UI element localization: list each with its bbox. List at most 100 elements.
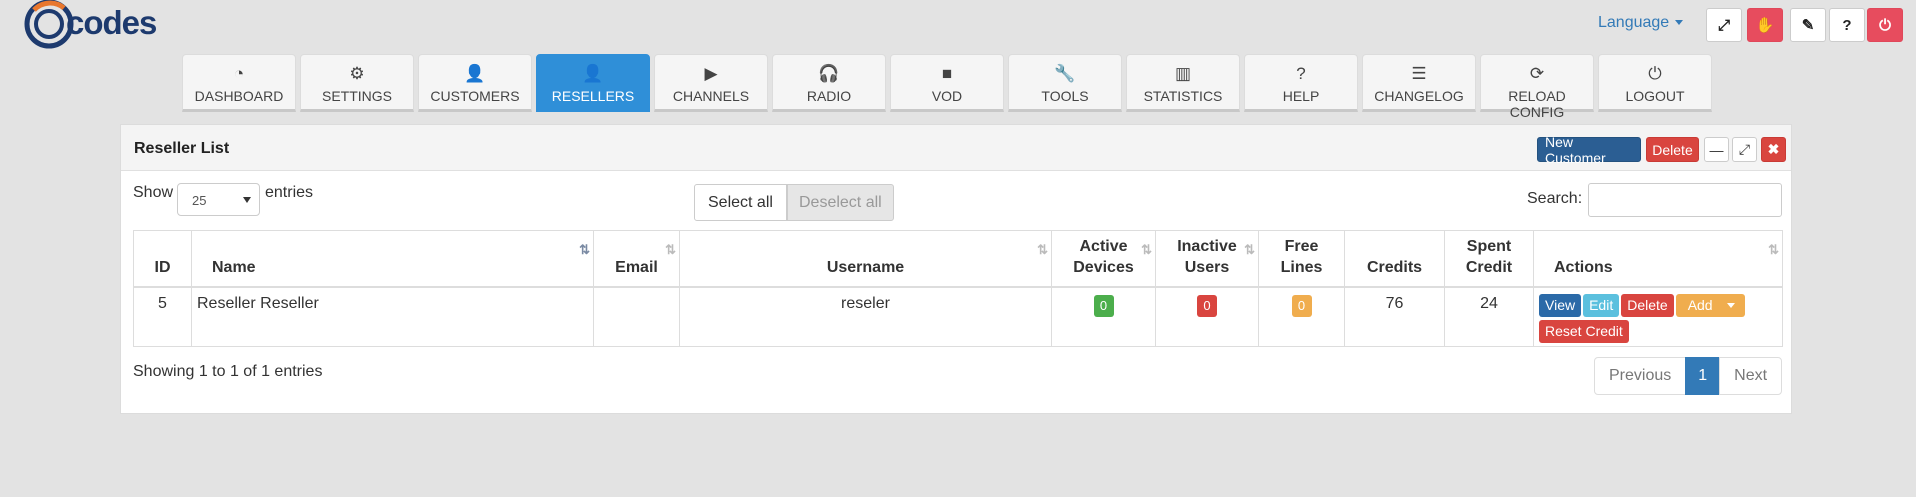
- logo-text: codes: [66, 4, 157, 41]
- tab-customers[interactable]: 👤 CUSTOMERS: [418, 54, 532, 112]
- cell-inactive-users: 0: [1155, 286, 1259, 347]
- power-button[interactable]: ⏻: [1867, 8, 1903, 42]
- language-dropdown[interactable]: Language: [1598, 14, 1684, 32]
- chevron-down-icon: [243, 197, 251, 203]
- wrench-icon: 🔧: [1054, 64, 1076, 83]
- inactive-users-badge: 0: [1197, 294, 1217, 317]
- select-all-button[interactable]: Select all: [694, 184, 787, 221]
- search-input[interactable]: [1588, 183, 1782, 217]
- tab-label: TOOLS: [1041, 88, 1089, 104]
- cell-free-lines: 0: [1258, 286, 1345, 347]
- active-devices-badge: 0: [1093, 294, 1114, 317]
- tab-resellers[interactable]: 👤 RESELLERS: [536, 54, 650, 112]
- tab-dashboard[interactable]: ◔ DASHBOARD: [182, 54, 296, 112]
- expand-button[interactable]: ⤢: [1732, 137, 1757, 162]
- headphones-icon: 🎧: [818, 64, 840, 83]
- tab-help[interactable]: ? HELP: [1244, 54, 1358, 112]
- tab-vod[interactable]: ■ VOD: [890, 54, 1004, 112]
- chevron-down-icon: [1726, 303, 1735, 309]
- cell-email: [593, 286, 680, 347]
- tab-logout[interactable]: ⏻ LOGOUT: [1598, 54, 1712, 112]
- tab-label: CHANNELS: [672, 88, 750, 104]
- reseller-table: ID Name ⇅ Email ⇅ Username ⇅ Active Devices ⇅…: [133, 230, 1783, 347]
- edit-button[interactable]: Edit: [1583, 293, 1620, 317]
- column-header-free-lines[interactable]: Free Lines: [1258, 230, 1345, 288]
- user-icon: 👤: [582, 64, 604, 83]
- tab-label: HELP: [1282, 88, 1320, 104]
- tab-reload-config[interactable]: ⟳ RELOAD CONFIG: [1480, 54, 1594, 120]
- close-icon: ✖: [1767, 141, 1780, 157]
- tab-label: CUSTOMERS: [430, 88, 520, 104]
- question-icon: ?: [1296, 64, 1306, 83]
- close-panel-button[interactable]: ✖: [1761, 137, 1786, 162]
- chevron-down-icon: [1675, 20, 1684, 26]
- language-label: Language: [1598, 14, 1670, 31]
- table-row[interactable]: 5 Reseller Reseller reseler 0 0 0 76 24 …: [133, 286, 1783, 347]
- tab-label: RESELLERS: [551, 88, 635, 104]
- hand-button[interactable]: ✋: [1747, 8, 1783, 42]
- page-size-value: 25: [192, 193, 207, 208]
- page-1-button[interactable]: 1: [1685, 357, 1721, 395]
- sort-icon: ⇅: [1768, 242, 1779, 257]
- column-header-inactive-users[interactable]: Inactive Users ⇅: [1155, 230, 1259, 288]
- fullscreen-icon: ⤢: [1717, 16, 1730, 34]
- play-icon: ▶: [704, 64, 718, 83]
- tab-label: VOD: [931, 88, 963, 104]
- minimize-button[interactable]: —: [1704, 137, 1729, 162]
- ticket-icon: ✎: [1801, 17, 1815, 34]
- power-icon: ⏻: [1648, 64, 1662, 83]
- tab-label: RADIO: [806, 88, 852, 104]
- user-icon: 👤: [464, 64, 486, 83]
- tab-label: STATISTICS: [1143, 88, 1223, 104]
- previous-page-button[interactable]: Previous: [1594, 357, 1687, 395]
- cell-id: 5: [133, 286, 192, 347]
- add-dropdown-button[interactable]: Add: [1675, 293, 1745, 317]
- column-header-actions[interactable]: Actions ⇅: [1533, 230, 1783, 288]
- tab-settings[interactable]: ⚙ SETTINGS: [300, 54, 414, 112]
- fullscreen-button[interactable]: ⤢: [1706, 8, 1742, 42]
- tab-statistics[interactable]: ▥ STATISTICS: [1126, 54, 1240, 112]
- tab-tools[interactable]: 🔧 TOOLS: [1008, 54, 1122, 112]
- tab-changelog[interactable]: ☰ CHANGELOG: [1362, 54, 1476, 112]
- free-lines-badge: 0: [1291, 294, 1312, 317]
- gear-icon: ⚙: [349, 64, 365, 83]
- page-size-select[interactable]: 25: [177, 183, 260, 216]
- list-icon: ☰: [1411, 64, 1427, 83]
- column-header-spent-credit[interactable]: Spent Credit: [1444, 230, 1534, 288]
- table-header-row: ID Name ⇅ Email ⇅ Username ⇅ Active Devices ⇅…: [133, 230, 1783, 288]
- reseller-list-panel: Reseller List New Customer Delete — ⤢ ✖ …: [120, 124, 1792, 414]
- column-header-name[interactable]: Name ⇅: [191, 230, 594, 288]
- hand-icon: ✋: [1755, 17, 1775, 34]
- sort-ascending-icon: ⇅: [579, 242, 590, 257]
- show-label: Show: [133, 184, 174, 201]
- column-header-credits[interactable]: Credits: [1344, 230, 1445, 288]
- column-header-id[interactable]: ID: [133, 230, 192, 288]
- delete-button[interactable]: Delete: [1646, 137, 1699, 162]
- view-button[interactable]: View: [1539, 293, 1582, 317]
- tab-channels[interactable]: ▶ CHANNELS: [654, 54, 768, 112]
- cell-credits: 76: [1344, 286, 1445, 347]
- next-page-button[interactable]: Next: [1719, 357, 1783, 395]
- cell-active-devices: 0: [1051, 286, 1156, 347]
- tab-label: LOGOUT: [1625, 88, 1685, 104]
- delete-row-button[interactable]: Delete: [1621, 293, 1674, 317]
- expand-icon: ⤢: [1738, 141, 1751, 157]
- help-button[interactable]: ?: [1829, 8, 1865, 42]
- minus-icon: —: [1709, 141, 1724, 158]
- pagination: Previous 1 Next: [1594, 357, 1783, 395]
- power-icon: ⏻: [1879, 16, 1891, 34]
- column-header-email[interactable]: Email ⇅: [593, 230, 680, 288]
- brand-logo[interactable]: codes: [24, 0, 184, 50]
- reset-credit-button[interactable]: Reset Credit: [1539, 319, 1629, 343]
- cell-username: reseler: [679, 286, 1052, 347]
- add-label: Add: [1687, 296, 1713, 313]
- new-customer-button[interactable]: New Customer: [1537, 134, 1641, 166]
- search-label: Search:: [1527, 190, 1583, 207]
- tab-radio[interactable]: 🎧 RADIO: [772, 54, 886, 112]
- sort-icon: ⇅: [665, 242, 676, 257]
- deselect-all-button[interactable]: Deselect all: [787, 184, 894, 221]
- panel-header: Reseller List New Customer Delete — ⤢ ✖: [121, 125, 1791, 171]
- ticket-button[interactable]: ✎: [1790, 8, 1826, 42]
- column-header-active-devices[interactable]: Active Devices ⇅: [1051, 230, 1156, 288]
- column-header-username[interactable]: Username ⇅: [679, 230, 1052, 288]
